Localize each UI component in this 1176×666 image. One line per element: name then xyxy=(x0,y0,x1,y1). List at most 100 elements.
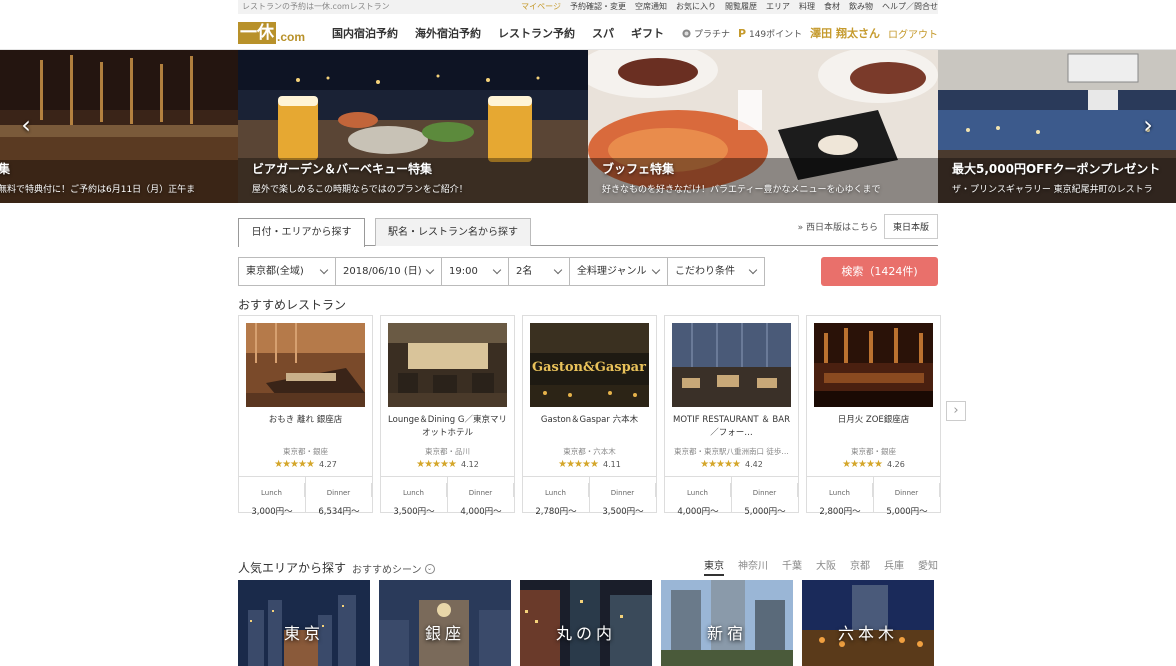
nav-gift[interactable]: ギフト xyxy=(631,25,664,41)
lunch-label: Lunch xyxy=(523,483,589,497)
price-row: Lunch 2,800円〜 Dinner 5,000円〜 xyxy=(807,476,940,517)
west-japan-link[interactable]: » 西日本版はこちら xyxy=(798,220,878,233)
points-display[interactable]: P 149ポイント xyxy=(738,27,802,40)
dinner-label: Dinner xyxy=(874,483,940,497)
slide-title: ブッフェ特集 xyxy=(602,162,675,176)
member-rank[interactable]: プラチナ xyxy=(682,27,730,40)
restaurant-card[interactable]: MOTIF RESTAURANT ＆ BAR／フォー… 東京都・東京駅八重洲南口… xyxy=(664,315,799,517)
nav-domestic-hotel[interactable]: 国内宿泊予約 xyxy=(332,25,398,41)
lunch-price: Lunch 2,780円〜 xyxy=(523,477,590,517)
restaurant-photo xyxy=(246,323,365,407)
pref-tab-osaka[interactable]: 大阪 xyxy=(816,557,836,576)
date-select[interactable]: 2018/06/10 (日) xyxy=(335,257,442,286)
restaurant-name: Gaston＆Gaspar 六本木 xyxy=(540,415,639,425)
logout-link[interactable]: ログアウト xyxy=(888,26,938,41)
restaurant-name: 日月火 ZOE銀座店 xyxy=(837,415,910,425)
area-tile-shinjuku[interactable]: 新宿 xyxy=(661,580,793,666)
restaurant-photo-graphic xyxy=(246,323,365,407)
restaurant-photo-graphic xyxy=(672,323,791,407)
hero-slide[interactable]: ブッフェ特集 好きなものを好きなだけ！バラエティー豊かなメニューを心ゆくまで xyxy=(588,50,938,203)
carousel-next-button[interactable]: › xyxy=(1138,110,1158,140)
help-link[interactable]: ヘルプ／問合せ xyxy=(882,1,938,12)
pref-tab-kanagawa[interactable]: 神奈川 xyxy=(738,557,768,576)
rating-stars-icon: ★★★★★ xyxy=(416,459,457,470)
scene-dropdown[interactable]: おすすめシーン ⌄ xyxy=(352,561,435,576)
pref-tab-tokyo[interactable]: 東京 xyxy=(704,557,724,576)
area-tile-ginza[interactable]: 銀座 xyxy=(379,580,511,666)
lunch-price: Lunch 2,800円〜 xyxy=(807,477,874,517)
pref-tab-aichi[interactable]: 愛知 xyxy=(918,557,938,576)
mypage-link[interactable]: マイページ xyxy=(521,1,561,12)
pref-tab-chiba[interactable]: 千葉 xyxy=(782,557,802,576)
restaurant-card[interactable]: Gaston&Gaspar Gaston＆Gaspar 六本木 東京都・六本木 … xyxy=(522,315,657,517)
rating-stars-icon: ★★★★★ xyxy=(274,459,315,470)
tab-station-name[interactable]: 駅名・レストラン名から探す xyxy=(375,218,531,246)
user-box: プラチナ P 149ポイント 澤田 翔太さん ログアウト xyxy=(682,25,938,41)
carousel-prev-button[interactable]: ‹ xyxy=(16,110,36,140)
site-logo[interactable]: 一休 .com xyxy=(238,18,305,44)
site-tagline: レストランの予約は一休.comレストラン xyxy=(242,2,390,11)
area-tile-roppongi[interactable]: 六本木 xyxy=(802,580,934,666)
nav-restaurant[interactable]: レストラン予約 xyxy=(498,25,575,41)
restaurant-card[interactable]: 日月火 ZOE銀座店 東京都・銀座 ★★★★★ 4.26 Lunch 2,800円… xyxy=(806,315,941,517)
nav-overseas-hotel[interactable]: 海外宿泊予約 xyxy=(415,25,481,41)
dinner-price: Dinner 6,534円〜 xyxy=(306,477,372,517)
tab-date-area[interactable]: 日付・エリアから探す xyxy=(238,218,365,247)
chevron-down-icon: ⌄ xyxy=(424,563,435,574)
search-button[interactable]: 検索（1424件) xyxy=(821,257,938,286)
ingredients-link[interactable]: 食材 xyxy=(824,1,840,12)
cards-next-button[interactable]: › xyxy=(946,401,966,421)
pref-tab-kyoto[interactable]: 京都 xyxy=(850,557,870,576)
dinner-price: Dinner 3,500円〜 xyxy=(590,477,656,517)
history-link[interactable]: 閲覧履歴 xyxy=(725,1,757,12)
price-row: Lunch 2,780円〜 Dinner 3,500円〜 xyxy=(523,476,656,517)
price-row: Lunch 3,000円〜 Dinner 6,534円〜 xyxy=(239,476,372,517)
dinner-price: Dinner 5,000円〜 xyxy=(874,477,940,517)
hero-slide[interactable]: ビアガーデン＆バーベキュー特集 屋外で楽しめるこの時期ならではのプランをご紹介！ xyxy=(238,50,588,203)
dinner-value: 5,000円〜 xyxy=(886,507,928,517)
favorites-link[interactable]: お気に入り xyxy=(676,1,716,12)
area-name: 東京 xyxy=(283,624,324,643)
nav-spa[interactable]: スパ xyxy=(592,25,614,41)
pref-tab-hyogo[interactable]: 兵庫 xyxy=(884,557,904,576)
dinner-value: 4,000円〜 xyxy=(460,507,502,517)
restaurant-photo xyxy=(388,323,507,407)
slide-subtitle: 無料で特典付に！ご予約は6月11日（月）正午ま xyxy=(0,185,196,195)
dinner-price: Dinner 5,000円〜 xyxy=(732,477,798,517)
rating-value: 4.11 xyxy=(603,460,621,469)
restaurant-card[interactable]: おもき 離れ 銀座店 東京都・銀座 ★★★★★ 4.27 Lunch 3,000円… xyxy=(238,315,373,517)
restaurant-card[interactable]: Lounge＆Dining G／東京マリオットホテル 東京都・品川 ★★★★★ … xyxy=(380,315,515,517)
dinner-label: Dinner xyxy=(590,483,656,497)
genre-select[interactable]: 全料理ジャンル xyxy=(569,257,668,286)
price-row: Lunch 4,000円〜 Dinner 5,000円〜 xyxy=(665,476,798,517)
drinks-link[interactable]: 飲み物 xyxy=(849,1,873,12)
utility-links: マイページ 予約確認・変更 空席通知 お気に入り 閲覧履歴 エリア 料理 食材 … xyxy=(521,1,938,12)
slide-subtitle: ザ・プリンスギャラリー 東京紀尾井町のレストラ xyxy=(952,185,1153,195)
people-select[interactable]: 2名 xyxy=(508,257,570,286)
rank-badge-icon xyxy=(682,28,691,38)
rating-stars-icon: ★★★★★ xyxy=(700,459,741,470)
rating-value: 4.26 xyxy=(887,460,905,469)
area-tile-marunouchi[interactable]: 丸の内 xyxy=(520,580,652,666)
vacancy-notice-link[interactable]: 空席通知 xyxy=(635,1,667,12)
rating-value: 4.42 xyxy=(745,460,763,469)
time-select[interactable]: 19:00 xyxy=(441,257,509,286)
preferences-select[interactable]: こだわり条件 xyxy=(667,257,765,286)
prefecture-tabs: 東京 神奈川 千葉 大阪 京都 兵庫 愛知 xyxy=(704,557,938,576)
restaurant-rating: ★★★★★ 4.26 xyxy=(807,459,940,470)
area-select[interactable]: 東京都(全域) xyxy=(238,257,336,286)
user-name[interactable]: 澤田 翔太さん xyxy=(810,25,880,41)
area-name: 新宿 xyxy=(706,624,747,643)
cuisine-link[interactable]: 料理 xyxy=(799,1,815,12)
slide-title: 集 xyxy=(0,162,11,176)
hero-carousel: 集 無料で特典付に！ご予約は6月11日（月）正午ま ビアガーデン＆バーベキュー特… xyxy=(0,50,1176,203)
slide-subtitle: 好きなものを好きなだけ！バラエティー豊かなメニューを心ゆくまで xyxy=(602,185,881,195)
reservation-check-link[interactable]: 予約確認・変更 xyxy=(570,1,626,12)
popular-areas-title: 人気エリアから探す xyxy=(238,561,347,575)
east-japan-button[interactable]: 東日本版 xyxy=(883,214,938,239)
area-tile-tokyo[interactable]: 東京 xyxy=(238,580,370,666)
lunch-price: Lunch 3,000円〜 xyxy=(239,477,306,517)
lunch-value: 2,800円〜 xyxy=(819,507,861,517)
logo-mark: 一休 xyxy=(238,22,276,44)
area-link[interactable]: エリア xyxy=(766,1,790,12)
